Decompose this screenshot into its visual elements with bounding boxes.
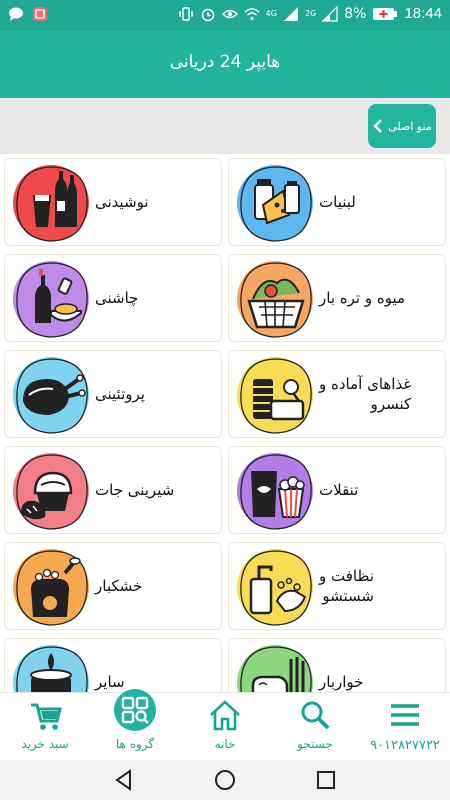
category-label: نظافت و شستشو <box>319 566 374 605</box>
battery-percent: 8% <box>344 5 367 22</box>
category-card-snacks[interactable]: تنقلات <box>228 446 446 534</box>
category-label: خشکبار <box>95 576 143 595</box>
category-label: خواربار <box>319 672 364 691</box>
menu-icon <box>391 704 419 726</box>
back-icon[interactable] <box>112 768 136 792</box>
nav-groups[interactable]: گروه ها <box>90 689 180 759</box>
groups-icon <box>121 696 149 724</box>
snacks-icon <box>237 453 313 530</box>
wifi-icon <box>244 7 260 20</box>
category-label: شیرینی جات <box>95 480 175 499</box>
groceries-icon <box>237 645 313 698</box>
nav-home[interactable]: خانه <box>180 693 270 759</box>
nav-search[interactable]: جستجو <box>270 693 360 759</box>
canned-food-icon <box>237 357 313 434</box>
home-button-icon[interactable] <box>213 768 237 792</box>
battery-icon <box>373 7 398 20</box>
nav-phone-label: ۹۰۱۲۸۲۷۷۲۲ <box>370 737 440 752</box>
nav-groups-label: گروه ها <box>115 737 155 751</box>
menu-strip: منو اصلی <box>0 98 450 154</box>
nav-home-label: خانه <box>214 737 236 751</box>
main-menu-button[interactable]: منو اصلی <box>368 104 436 148</box>
category-card-nuts[interactable]: خشکبار <box>4 542 222 630</box>
search-icon <box>301 701 330 730</box>
main-menu-label: منو اصلی <box>388 119 432 133</box>
chicken-icon <box>13 357 89 434</box>
category-label: میوه و تره بار <box>319 288 406 307</box>
category-card-pastry[interactable]: شیرینی جات <box>4 446 222 534</box>
chevron-left-icon <box>373 119 383 133</box>
drinks-icon <box>13 165 89 242</box>
fruit-basket-icon <box>237 261 313 338</box>
category-label: غذاهای آماده و کنسرو <box>319 374 412 413</box>
cart-icon <box>31 703 62 730</box>
category-card-cleaning[interactable]: نظافت و شستشو <box>228 542 446 630</box>
condiments-icon <box>13 261 89 338</box>
other-icon <box>13 645 89 698</box>
nuts-icon <box>13 549 89 626</box>
eye-icon <box>221 9 238 18</box>
category-label: نوشیدنی <box>95 192 149 211</box>
signal-icon <box>283 6 298 21</box>
category-label: سایر <box>95 672 125 691</box>
alarm-icon <box>201 8 214 21</box>
category-card-condiments[interactable]: چاشنی <box>4 254 222 342</box>
category-label: پروتئینی <box>95 384 145 403</box>
category-card-other[interactable]: سایر <box>4 638 222 698</box>
clock: 18:44 <box>404 5 442 22</box>
network-type-b: 2G <box>304 9 317 18</box>
network-type-a: 4G <box>265 9 277 18</box>
category-grid: لبنیات نوشیدنی میوه و تره بار چاشنی غذاه… <box>4 158 446 698</box>
category-card-dairy[interactable]: لبنیات <box>228 158 446 246</box>
page-title: هایپر 24 دریانی <box>169 52 281 72</box>
nav-menu[interactable]: ۹۰۱۲۸۲۷۷۲۲ <box>360 693 450 759</box>
vibrate-icon <box>178 6 193 21</box>
category-card-groceries[interactable]: خواربار <box>228 638 446 698</box>
chat-icon <box>9 7 23 21</box>
category-card-protein[interactable]: پروتئینی <box>4 350 222 438</box>
recents-icon[interactable] <box>314 768 338 792</box>
system-navigation-bar <box>0 760 450 800</box>
pastry-icon <box>13 453 89 530</box>
nav-search-label: جستجو <box>297 737 333 751</box>
signal-weak-icon <box>322 5 338 22</box>
bottom-nav: سبد خرید گروه ها خانه جستجو ۹۰۱۲۸۲۷۷۲۲ <box>0 689 450 760</box>
category-label: چاشنی <box>95 288 139 307</box>
dairy-icon <box>237 165 313 242</box>
home-icon <box>210 700 240 731</box>
category-label: لبنیات <box>319 192 356 211</box>
status-bar: 4G 2G 8% 18:44 <box>0 0 450 30</box>
app-notification-icon <box>33 7 47 21</box>
cleaning-icon <box>237 549 313 626</box>
app-bar: هایپر 24 دریانی <box>0 30 450 98</box>
nav-cart[interactable]: سبد خرید <box>0 693 90 759</box>
nav-cart-label: سبد خرید <box>21 737 69 751</box>
category-card-fruit[interactable]: میوه و تره بار <box>228 254 446 342</box>
category-card-drinks[interactable]: نوشیدنی <box>4 158 222 246</box>
category-label: تنقلات <box>319 480 359 499</box>
category-card-canned[interactable]: غذاهای آماده و کنسرو <box>228 350 446 438</box>
